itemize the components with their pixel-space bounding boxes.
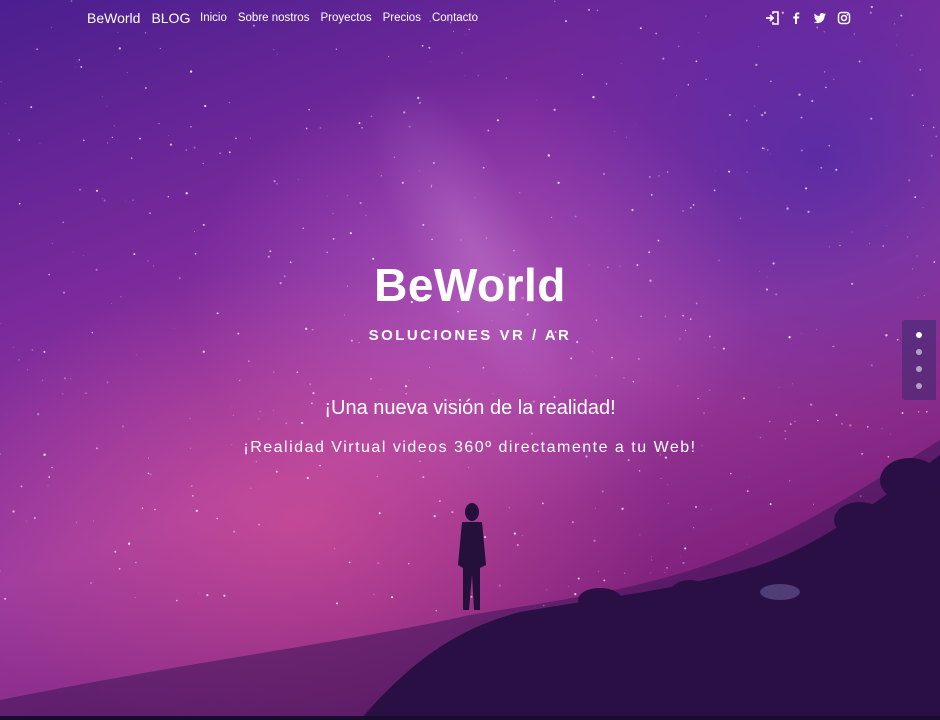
login-icon[interactable] (765, 11, 779, 25)
bottom-border (0, 716, 940, 720)
section-dot[interactable] (916, 348, 922, 355)
section-dot[interactable] (916, 382, 922, 389)
nav-link-proyectos[interactable]: Proyectos (320, 12, 371, 24)
nav-link-contacto[interactable]: Contacto (432, 12, 478, 24)
person-silhouette (458, 503, 486, 610)
section-dot[interactable] (916, 365, 922, 372)
instagram-icon[interactable] (837, 11, 851, 25)
hero-tagline: ¡Una nueva visión de la realidad! (324, 397, 616, 419)
hero-subtitle: SOLUCIONES VR / AR (368, 327, 572, 344)
hero-description: ¡Realidad Virtual videos 360º directamen… (243, 439, 697, 456)
nav-links: Inicio Sobre nostros Proyectos Precios C… (200, 12, 478, 24)
hero-background (0, 0, 940, 720)
section-dot[interactable] (916, 331, 922, 338)
twitter-icon[interactable] (813, 11, 827, 25)
facebook-icon[interactable] (789, 11, 803, 25)
nav-link-inicio[interactable]: Inicio (200, 12, 227, 24)
social-icons (765, 11, 851, 25)
brand-logo-text[interactable]: BeWorld (87, 10, 140, 26)
hero-title: BeWorld (374, 259, 566, 311)
nav-link-precios[interactable]: Precios (383, 12, 421, 24)
nav-link-sobre-nosotros[interactable]: Sobre nostros (238, 12, 310, 24)
top-navbar: BeWorld BLOG Inicio Sobre nostros Proyec… (0, 0, 940, 38)
blog-link[interactable]: BLOG (151, 10, 190, 26)
brand: BeWorld BLOG (87, 10, 190, 26)
section-dot-nav (902, 320, 936, 400)
landscape-silhouette (0, 440, 940, 720)
